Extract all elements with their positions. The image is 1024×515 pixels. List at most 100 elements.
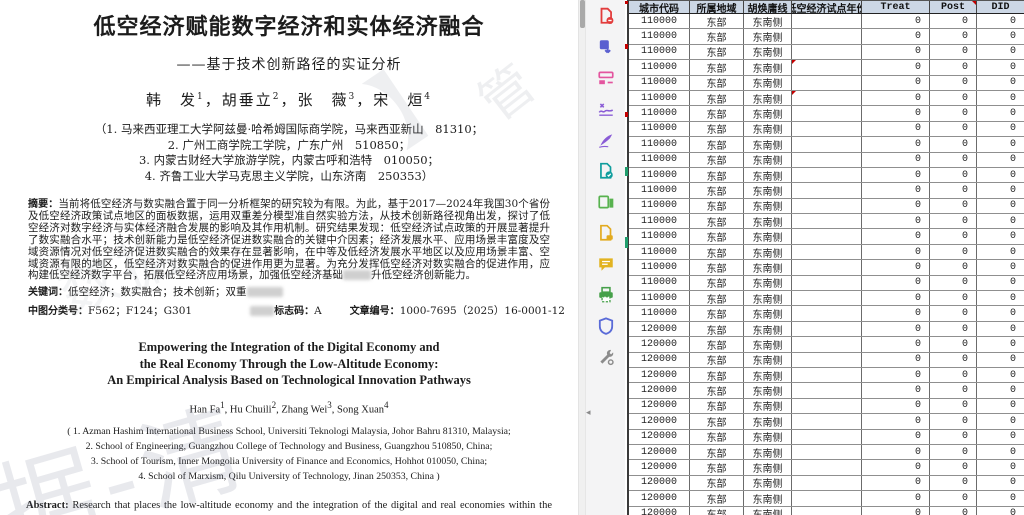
city-code-cell[interactable]: 120000 — [629, 321, 690, 337]
pilot-year-cell[interactable] — [792, 352, 862, 367]
post-cell[interactable]: 0 — [930, 429, 977, 444]
region-cell[interactable]: 东部 — [690, 337, 744, 352]
post-cell[interactable]: 0 — [930, 244, 977, 260]
post-cell[interactable]: 0 — [930, 291, 977, 306]
hu-line-cell[interactable]: 东南侧 — [744, 321, 792, 337]
region-cell[interactable]: 东部 — [690, 429, 744, 444]
pilot-year-cell[interactable] — [792, 260, 862, 275]
city-code-cell[interactable]: 110000 — [629, 275, 690, 291]
city-code-cell[interactable]: 120000 — [629, 460, 690, 475]
post-cell[interactable]: 0 — [930, 152, 977, 167]
hu-line-cell[interactable]: 东南侧 — [744, 367, 792, 383]
pilot-year-cell[interactable] — [792, 106, 862, 121]
treat-cell[interactable]: 0 — [862, 75, 930, 90]
post-cell[interactable]: 0 — [930, 167, 977, 183]
form-fields-icon[interactable] — [597, 69, 615, 87]
pilot-year-cell[interactable] — [792, 244, 862, 260]
pilot-year-cell[interactable] — [792, 460, 862, 475]
did-cell[interactable]: 0 — [977, 29, 1024, 43]
hu-line-cell[interactable]: 东南侧 — [744, 506, 792, 515]
column-header-col1[interactable]: 所属地域 — [690, 1, 744, 13]
column-header-treat[interactable]: Treat — [862, 1, 930, 13]
pilot-year-cell[interactable] — [792, 229, 862, 244]
city-code-cell[interactable]: 110000 — [629, 229, 690, 244]
post-cell[interactable]: 0 — [930, 367, 977, 383]
did-cell[interactable]: 0 — [977, 276, 1024, 290]
city-code-cell[interactable]: 120000 — [629, 429, 690, 444]
city-code-cell[interactable]: 110000 — [629, 90, 690, 106]
did-cell[interactable]: 0 — [977, 153, 1024, 167]
region-cell[interactable]: 东部 — [690, 229, 744, 244]
treat-cell[interactable]: 0 — [862, 198, 930, 214]
did-cell[interactable]: 0 — [977, 229, 1024, 243]
treat-cell[interactable]: 0 — [862, 383, 930, 398]
hu-line-cell[interactable]: 东南侧 — [744, 44, 792, 60]
did-cell[interactable]: 0 — [977, 399, 1024, 413]
post-cell[interactable]: 0 — [930, 383, 977, 398]
did-cell[interactable]: 0 — [977, 260, 1024, 274]
region-cell[interactable]: 东部 — [690, 414, 744, 429]
treat-cell[interactable]: 0 — [862, 106, 930, 121]
doc-badge-icon[interactable] — [597, 224, 615, 242]
city-code-cell[interactable]: 110000 — [629, 60, 690, 75]
region-cell[interactable]: 东部 — [690, 75, 744, 90]
treat-cell[interactable]: 0 — [862, 167, 930, 183]
region-cell[interactable]: 东部 — [690, 152, 744, 167]
did-cell[interactable]: 0 — [977, 168, 1024, 182]
hu-line-cell[interactable]: 东南侧 — [744, 291, 792, 306]
signature-text-icon[interactable] — [597, 100, 615, 118]
did-cell[interactable]: 0 — [977, 353, 1024, 367]
post-cell[interactable]: 0 — [930, 460, 977, 475]
post-cell[interactable]: 0 — [930, 475, 977, 491]
did-cell[interactable]: 0 — [977, 60, 1024, 74]
hu-line-cell[interactable]: 东南侧 — [744, 90, 792, 106]
region-cell[interactable]: 东部 — [690, 198, 744, 214]
pilot-year-cell[interactable] — [792, 167, 862, 183]
hu-line-cell[interactable]: 东南侧 — [744, 475, 792, 491]
pilot-year-cell[interactable] — [792, 337, 862, 352]
post-cell[interactable]: 0 — [930, 275, 977, 291]
city-code-cell[interactable]: 110000 — [629, 121, 690, 137]
city-code-cell[interactable]: 120000 — [629, 352, 690, 367]
hu-line-cell[interactable]: 东南侧 — [744, 121, 792, 137]
pilot-year-cell[interactable] — [792, 306, 862, 321]
did-cell[interactable]: 0 — [977, 368, 1024, 382]
pilot-year-cell[interactable] — [792, 29, 862, 44]
hu-line-cell[interactable]: 东南侧 — [744, 337, 792, 352]
doc-refresh-icon[interactable] — [597, 162, 615, 180]
hu-line-cell[interactable]: 东南侧 — [744, 167, 792, 183]
pilot-year-cell[interactable] — [792, 383, 862, 398]
region-cell[interactable]: 东部 — [690, 137, 744, 152]
treat-cell[interactable]: 0 — [862, 460, 930, 475]
treat-cell[interactable]: 0 — [862, 214, 930, 229]
treat-cell[interactable]: 0 — [862, 275, 930, 291]
treat-cell[interactable]: 0 — [862, 367, 930, 383]
hu-line-cell[interactable]: 东南侧 — [744, 229, 792, 244]
city-code-cell[interactable]: 120000 — [629, 337, 690, 352]
hu-line-cell[interactable]: 东南侧 — [744, 352, 792, 367]
region-cell[interactable]: 东部 — [690, 14, 744, 29]
city-code-cell[interactable]: 120000 — [629, 367, 690, 383]
city-code-cell[interactable]: 120000 — [629, 414, 690, 429]
treat-cell[interactable]: 0 — [862, 121, 930, 137]
did-cell[interactable]: 0 — [977, 445, 1024, 459]
did-cell[interactable]: 0 — [977, 507, 1024, 515]
region-cell[interactable]: 东部 — [690, 60, 744, 75]
hu-line-cell[interactable]: 东南侧 — [744, 275, 792, 291]
treat-cell[interactable]: 0 — [862, 414, 930, 429]
region-cell[interactable]: 东部 — [690, 260, 744, 275]
pilot-year-cell[interactable] — [792, 444, 862, 460]
treat-cell[interactable]: 0 — [862, 429, 930, 444]
hu-line-cell[interactable]: 东南侧 — [744, 491, 792, 506]
city-code-cell[interactable]: 110000 — [629, 214, 690, 229]
did-cell[interactable]: 0 — [977, 476, 1024, 490]
ink-sign-icon[interactable] — [597, 131, 615, 149]
city-code-cell[interactable]: 110000 — [629, 152, 690, 167]
hu-line-cell[interactable]: 东南侧 — [744, 444, 792, 460]
post-cell[interactable]: 0 — [930, 491, 977, 506]
region-cell[interactable]: 东部 — [690, 398, 744, 414]
pilot-year-cell[interactable] — [792, 475, 862, 491]
region-cell[interactable]: 东部 — [690, 475, 744, 491]
treat-cell[interactable]: 0 — [862, 44, 930, 60]
did-cell[interactable]: 0 — [977, 430, 1024, 444]
